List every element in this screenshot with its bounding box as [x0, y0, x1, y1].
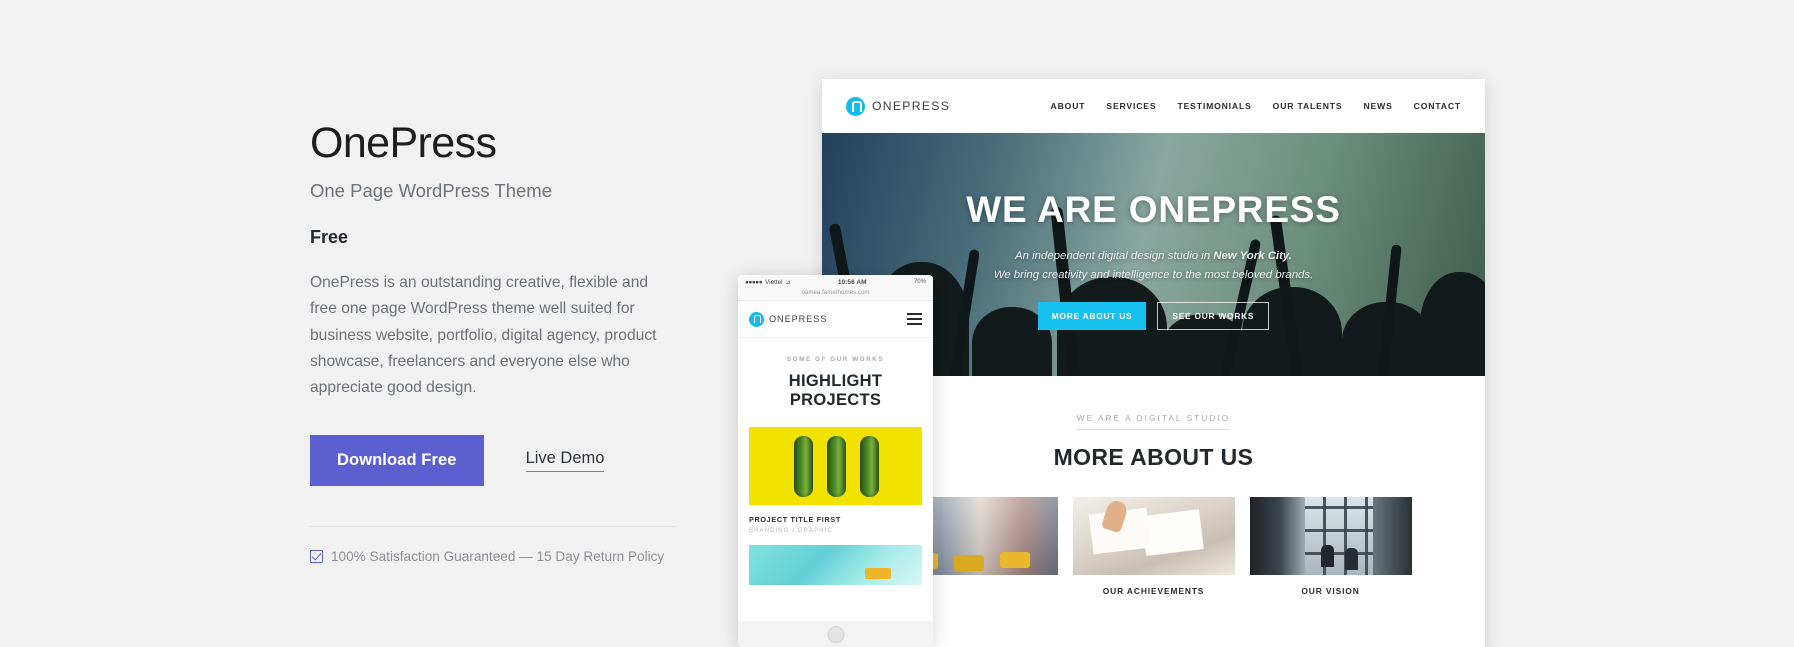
preview-site-header: ONEPRESS ABOUT SERVICES TESTIMONIALS OUR… [822, 79, 1485, 133]
preview-logo[interactable]: ONEPRESS [846, 96, 951, 116]
phone-project-item[interactable]: PROJECT TITLE FIRST BRANDING / GRAPHIC [738, 426, 933, 585]
project-subtitle: BRANDING / GRAPHIC [749, 527, 833, 534]
price-label: Free [310, 227, 349, 248]
hero-content: WE ARE ONEPRESS An independent digital d… [822, 133, 1485, 330]
hero-subtitle-location: New York City. [1213, 250, 1292, 262]
projects-eyebrow: SOME OF OUR WORKS [786, 356, 885, 363]
project-caption: PROJECT TITLE FIRST BRANDING / GRAPHIC [749, 515, 922, 534]
wifi-icon: ⊿ [785, 279, 791, 286]
about-eyebrow: WE ARE A DIGITAL STUDIO [1076, 414, 1231, 430]
nav-item-testimonials[interactable]: TESTIMONIALS [1177, 101, 1251, 111]
mobile-preview-mockup: ●●●●● Viettel ⊿ 10:56 AM 70% oamea.famet… [738, 275, 933, 647]
download-free-button[interactable]: Download Free [310, 435, 484, 487]
carrier-label: Viettel [765, 278, 783, 286]
preview-logo-text: ONEPRESS [872, 99, 951, 113]
phone-logo-text: ONEPRESS [769, 314, 828, 324]
hero-title: WE ARE ONEPRESS [966, 189, 1341, 230]
desk-photo [1072, 497, 1235, 575]
nav-item-contact[interactable]: CONTACT [1414, 101, 1461, 111]
projects-title: HIGHLIGHT PROJECTS [748, 372, 923, 411]
onepress-logo-icon [846, 96, 865, 116]
see-our-works-button[interactable]: SEE OUR WORKS [1157, 301, 1270, 330]
nav-item-about[interactable]: ABOUT [1051, 101, 1086, 111]
home-button[interactable] [827, 626, 844, 643]
nav-item-services[interactable]: SERVICES [1106, 101, 1156, 111]
hero-subtitle: An independent digital design studio in … [822, 247, 1485, 285]
section-divider [310, 526, 675, 528]
cta-row: Download Free Live Demo [310, 435, 690, 487]
product-description: OnePress is an outstanding creative, fle… [310, 274, 657, 397]
project-title: PROJECT TITLE FIRST [749, 514, 841, 524]
guarantee-row: 100% Satisfaction Guaranteed — 15 Day Re… [310, 549, 690, 564]
office-photo [1249, 497, 1412, 575]
phone-projects-section: SOME OF OUR WORKS HIGHLIGHT PROJECTS [738, 338, 933, 411]
nav-item-our-talents[interactable]: OUR TALENTS [1273, 101, 1343, 111]
onepress-logo-icon [749, 311, 764, 327]
hero-subtitle-line1-pre: An independent digital design studio in [1015, 250, 1214, 262]
nav-item-news[interactable]: NEWS [1363, 101, 1392, 111]
landing-page: OnePress One Page WordPress Theme Free O… [0, 0, 1794, 647]
live-demo-link[interactable]: Live Demo [525, 449, 605, 473]
preview-nav: ABOUT SERVICES TESTIMONIALS OUR TALENTS … [1051, 101, 1461, 111]
check-icon [310, 550, 323, 564]
more-about-us-button[interactable]: MORE ABOUT US [1037, 301, 1147, 330]
signal-strength-icon: ●●●●● [745, 278, 763, 286]
cucumbers-photo [749, 426, 922, 505]
second-project-photo [749, 544, 922, 585]
hero-subtitle-line2: We bring creativity and intelligence to … [993, 268, 1314, 281]
about-card-caption: OUR VISION [1301, 586, 1360, 596]
guarantee-text: 100% Satisfaction Guaranteed — 15 Day Re… [331, 549, 665, 565]
about-card-caption: OUR ACHIEVEMENTS [1102, 586, 1205, 596]
product-info-column: OnePress One Page WordPress Theme Free O… [310, 119, 690, 564]
hero-button-row: MORE ABOUT US SEE OUR WORKS [822, 301, 1485, 330]
about-card[interactable]: OUR VISION [1249, 497, 1412, 596]
product-subtitle: One Page WordPress Theme [310, 180, 552, 202]
projects-title-line2: PROJECTS [789, 391, 882, 410]
page-title: OnePress [310, 119, 497, 167]
projects-title-line1: HIGHLIGHT [788, 372, 883, 390]
about-card[interactable]: OUR ACHIEVEMENTS [1072, 497, 1235, 596]
